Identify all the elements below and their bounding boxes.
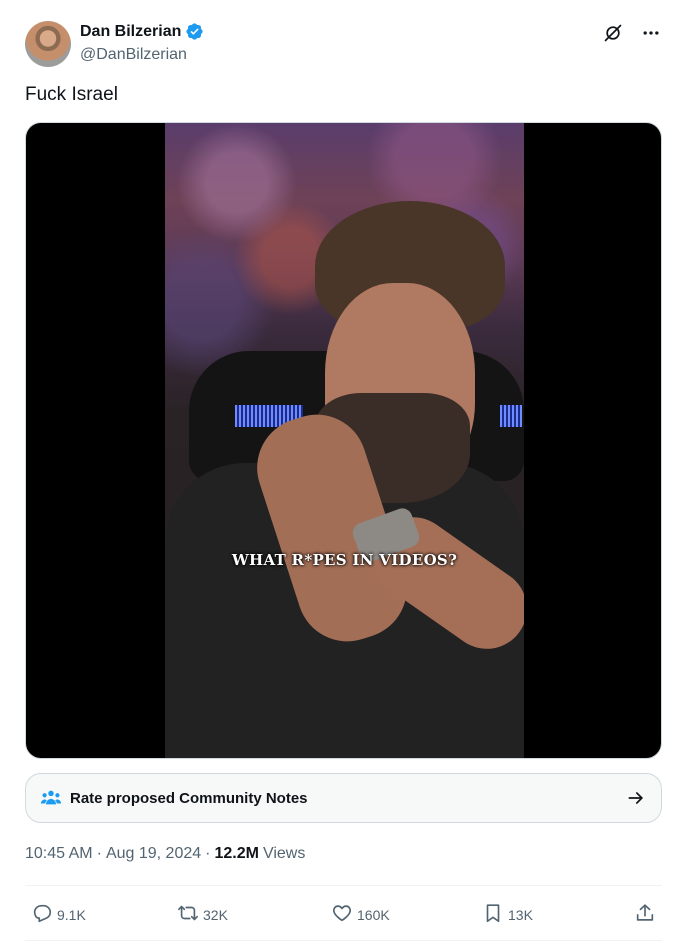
like-icon (331, 902, 353, 927)
author-name-row: Dan Bilzerian (80, 22, 204, 41)
divider (25, 885, 662, 886)
video-frame[interactable]: WHAT R*PES IN VIDEOS? (165, 123, 524, 758)
tweet-time[interactable]: 10:45 AM (25, 845, 93, 863)
views-count: 12.2M (214, 845, 259, 862)
reply-icon (31, 902, 53, 927)
divider (25, 940, 662, 941)
views-label: Views (262, 845, 306, 862)
author-handle[interactable]: @DanBilzerian (80, 46, 187, 64)
community-notes-icon (40, 787, 62, 809)
tweet-header-actions (602, 22, 662, 44)
community-notes-label: Rate proposed Community Notes (70, 789, 308, 807)
grok-icon[interactable] (602, 22, 624, 44)
avatar[interactable] (25, 21, 71, 67)
tweet-text: Fuck Israel (25, 84, 118, 105)
tweet-actions: 9.1K 32K 160K 13K (25, 896, 662, 930)
repost-icon (177, 902, 199, 927)
bookmark-count: 13K (508, 906, 533, 923)
arrow-right-icon (625, 787, 647, 809)
bookmark-button[interactable]: 13K (482, 902, 533, 927)
verified-badge-icon[interactable] (185, 22, 204, 41)
reply-count: 9.1K (57, 906, 86, 923)
meta-separator: · (96, 845, 102, 862)
author-display-name[interactable]: Dan Bilzerian (80, 23, 181, 41)
more-icon[interactable] (640, 22, 662, 44)
bookmark-icon (482, 902, 504, 927)
like-button[interactable]: 160K (331, 902, 390, 927)
tweet-date[interactable]: Aug 19, 2024 (106, 845, 201, 863)
meta-separator: · (205, 845, 211, 862)
tweet-meta: 10:45 AM · Aug 19, 2024 · 12.2M Views (25, 845, 305, 863)
video-chair-light-right (500, 405, 522, 427)
repost-button[interactable]: 32K (177, 902, 228, 927)
video-player[interactable]: WHAT R*PES IN VIDEOS? (25, 122, 662, 759)
share-button[interactable] (634, 902, 656, 927)
share-icon (634, 902, 656, 927)
like-count: 160K (357, 906, 390, 923)
video-caption: WHAT R*PES IN VIDEOS? (231, 551, 458, 569)
community-notes-button[interactable]: Rate proposed Community Notes (25, 773, 662, 823)
reply-button[interactable]: 9.1K (31, 902, 86, 927)
repost-count: 32K (203, 906, 228, 923)
